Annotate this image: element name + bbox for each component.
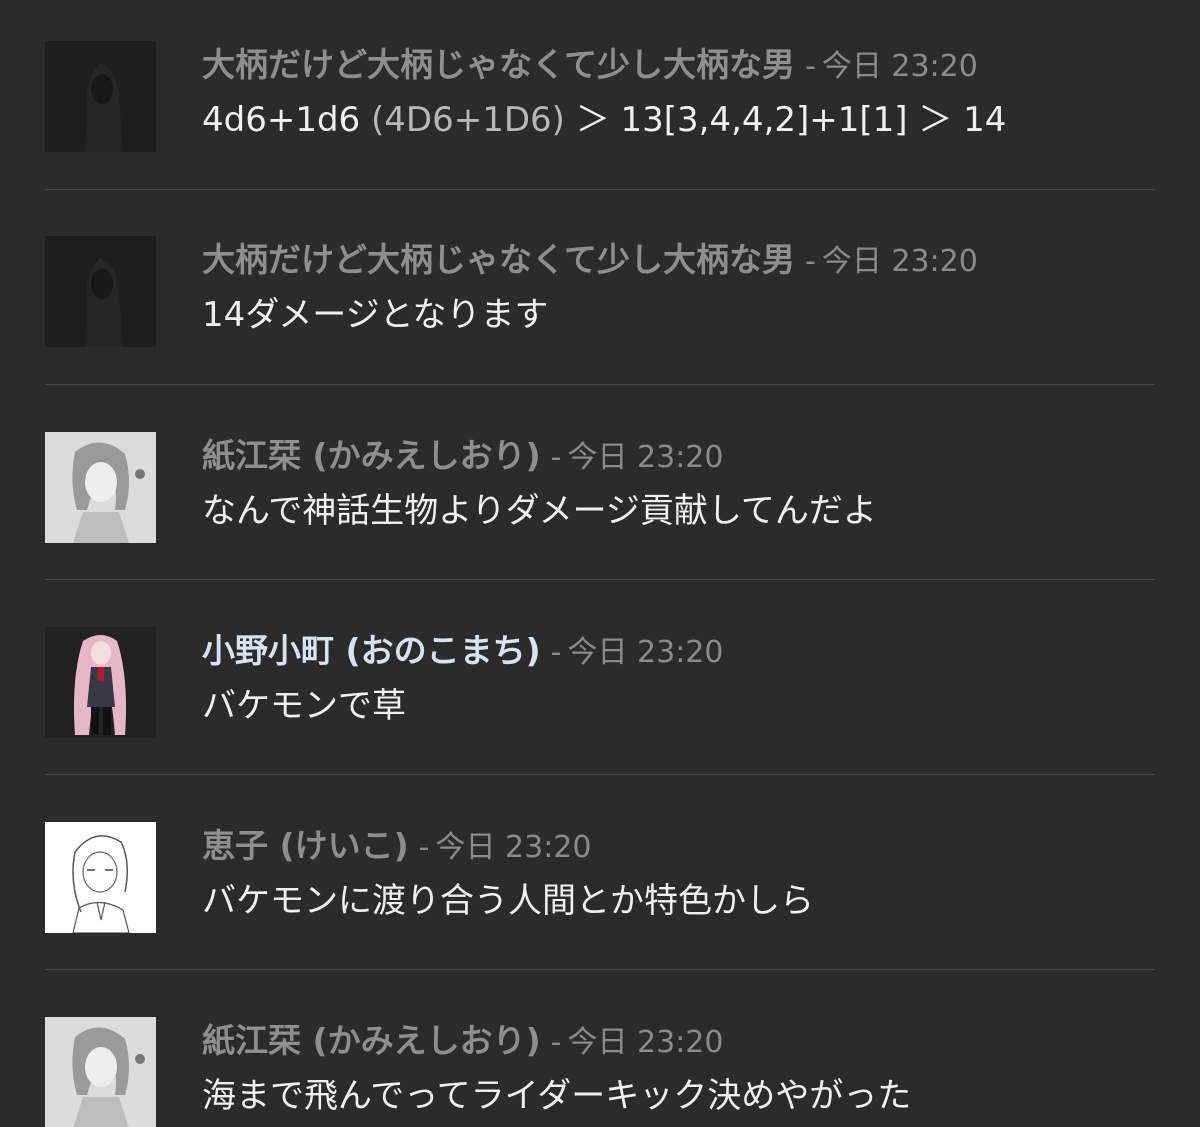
message-divider	[45, 774, 1155, 775]
separator: -	[418, 830, 430, 865]
separator: -	[550, 1025, 562, 1060]
message-divider	[45, 189, 1155, 190]
message-text: 海まで飛んでってライダーキック決めやがった	[202, 1076, 912, 1116]
separator: -	[805, 244, 816, 279]
message-header: 小野小町 (おのこまち) - 今日 23:20	[202, 631, 723, 677]
message-text: バケモンに渡り合う人間とか特色かしら	[202, 881, 814, 921]
lineart-girl-avatar	[45, 822, 156, 933]
dice-command: 4d6+1d6	[202, 100, 361, 140]
hooded-figure-avatar	[45, 236, 156, 347]
timestamp: 今日 23:20	[821, 49, 978, 84]
chat-message: 大柄だけど大柄じゃなくて少し大柄な男 - 今日 23:20 4d6+1d6 (4D6…	[0, 41, 1200, 236]
hooded-figure-avatar	[45, 41, 156, 152]
separator: -	[550, 635, 562, 670]
chat-message: 大柄だけど大柄じゃなくて少し大柄な男 - 今日 23:20 14ダメージとなります	[0, 236, 1200, 431]
separator: -	[805, 49, 816, 84]
timestamp: 今日 23:20	[567, 1025, 724, 1060]
separator: -	[550, 440, 562, 475]
message-header: 大柄だけど大柄じゃなくて少し大柄な男 - 今日 23:20	[202, 45, 978, 91]
avatar[interactable]	[45, 1017, 156, 1127]
message-text: バケモンで草	[202, 686, 406, 726]
chat-message: 紙江栞 (かみえしおり) - 今日 23:20 なんで神話生物よりダメージ貢献してん…	[0, 432, 1200, 627]
avatar[interactable]	[45, 432, 156, 543]
message-text: 14ダメージとなります	[202, 295, 549, 335]
avatar[interactable]	[45, 627, 156, 738]
timestamp: 今日 23:20	[567, 635, 724, 670]
username[interactable]: 恵子 (けいこ)	[202, 826, 409, 865]
avatar[interactable]	[45, 822, 156, 933]
message-divider	[45, 969, 1155, 970]
dice-result: ＞ 13[3,4,4,2]+1[1] ＞ 14	[575, 100, 1007, 140]
message-text: 4d6+1d6 (4D6+1D6) ＞ 13[3,4,4,2]+1[1] ＞ 1…	[202, 98, 1006, 142]
username[interactable]: 紙江栞 (かみえしおり)	[202, 436, 541, 475]
avatar[interactable]	[45, 41, 156, 152]
dice-formula: (4D6+1D6)	[371, 100, 565, 140]
timestamp: 今日 23:20	[567, 440, 724, 475]
chat-message: 小野小町 (おのこまち) - 今日 23:20 バケモンで草	[0, 627, 1200, 822]
message-header: 紙江栞 (かみえしおり) - 今日 23:20	[202, 436, 723, 482]
username[interactable]: 大柄だけど大柄じゃなくて少し大柄な男	[202, 240, 795, 279]
username[interactable]: 小野小町 (おのこまち)	[202, 631, 541, 670]
timestamp: 今日 23:20	[435, 830, 592, 865]
chat-message: 紙江栞 (かみえしおり) - 今日 23:20 海まで飛んでってライダーキック決めや…	[0, 1017, 1200, 1127]
avatar[interactable]	[45, 236, 156, 347]
chat-log: 大柄だけど大柄じゃなくて少し大柄な男 - 今日 23:20 4d6+1d6 (4D6…	[0, 0, 1200, 1127]
pink-hair-girl-avatar	[45, 627, 156, 738]
sketch-girl-avatar	[45, 1017, 156, 1127]
chat-message: 恵子 (けいこ) - 今日 23:20 バケモンに渡り合う人間とか特色かしら	[0, 822, 1200, 1017]
message-divider	[45, 579, 1155, 580]
username[interactable]: 紙江栞 (かみえしおり)	[202, 1021, 541, 1060]
username[interactable]: 大柄だけど大柄じゃなくて少し大柄な男	[202, 45, 795, 84]
message-divider	[45, 384, 1155, 385]
message-header: 紙江栞 (かみえしおり) - 今日 23:20	[202, 1021, 723, 1067]
sketch-girl-avatar	[45, 432, 156, 543]
timestamp: 今日 23:20	[821, 244, 978, 279]
message-header: 恵子 (けいこ) - 今日 23:20	[202, 826, 591, 872]
message-header: 大柄だけど大柄じゃなくて少し大柄な男 - 今日 23:20	[202, 240, 978, 286]
message-text: なんで神話生物よりダメージ貢献してんだよ	[202, 491, 877, 531]
